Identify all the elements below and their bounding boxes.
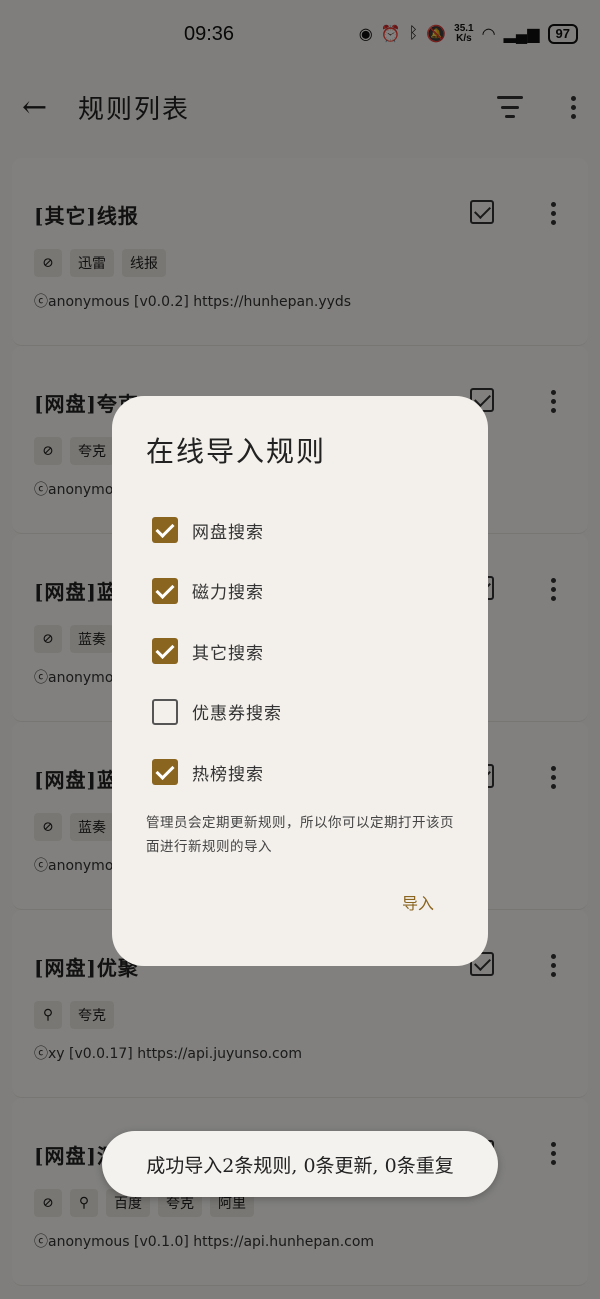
option-label: 磁力搜索 bbox=[192, 583, 264, 604]
option-label: 网盘搜索 bbox=[192, 522, 264, 543]
option-label: 热榜搜索 bbox=[192, 764, 264, 785]
checkbox-checked[interactable] bbox=[152, 517, 178, 544]
checkbox-checked[interactable] bbox=[152, 577, 178, 604]
import-button[interactable]: 导入 bbox=[402, 890, 434, 914]
checkbox-checked[interactable] bbox=[152, 638, 178, 665]
option-magnet-search[interactable]: 磁力搜索 bbox=[146, 561, 454, 622]
checkbox-unchecked[interactable] bbox=[152, 698, 178, 725]
option-other-search[interactable]: 其它搜索 bbox=[146, 621, 454, 682]
checkbox-checked[interactable] bbox=[152, 759, 178, 786]
option-label: 优惠券搜索 bbox=[192, 704, 282, 725]
toast-message: 成功导入2条规则, 0条更新, 0条重复 bbox=[102, 1131, 498, 1197]
option-label: 其它搜索 bbox=[192, 643, 264, 664]
option-trending-search[interactable]: 热榜搜索 bbox=[146, 742, 454, 803]
option-coupon-search[interactable]: 优惠券搜索 bbox=[146, 682, 454, 743]
option-netdisk-search[interactable]: 网盘搜索 bbox=[146, 500, 454, 561]
import-rules-dialog: 在线导入规则 网盘搜索 磁力搜索 其它搜索 优惠券搜索 热榜搜索 管理员会定期更… bbox=[112, 396, 488, 966]
dialog-note: 管理员会定期更新规则，所以你可以定期打开该页面进行新规则的导入 bbox=[146, 814, 454, 855]
dialog-title: 在线导入规则 bbox=[146, 435, 327, 468]
